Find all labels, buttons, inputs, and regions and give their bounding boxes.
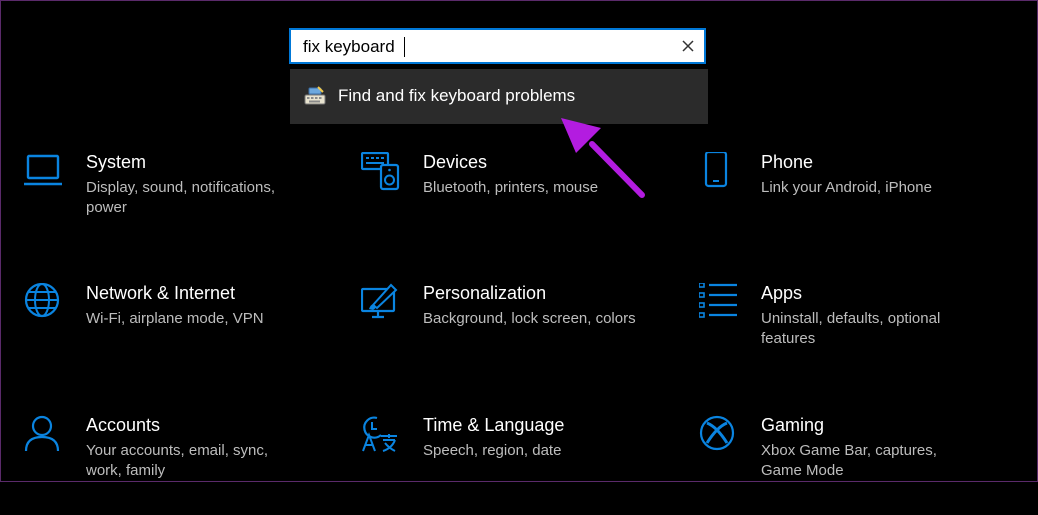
tile-time-language[interactable]: Time & Language Speech, region, date (361, 415, 661, 515)
tile-description: Xbox Game Bar, captures, Game Mode (761, 442, 937, 479)
tile-system[interactable]: System Display, sound, notifications, po… (24, 152, 324, 252)
phone-icon (704, 152, 728, 188)
tile-description: Speech, region, date (423, 442, 562, 459)
search-suggestions: Find and fix keyboard problems (290, 69, 708, 124)
globe-icon (24, 283, 60, 318)
tile-title: Phone (761, 152, 814, 172)
tile-description: Link your Android, iPhone (761, 179, 932, 196)
settings-search-box[interactable] (289, 28, 706, 64)
tile-personalization[interactable]: Personalization Background, lock screen,… (361, 283, 661, 383)
tile-title: Network & Internet (86, 283, 236, 303)
person-icon (24, 415, 60, 452)
time-language-icon (362, 416, 397, 452)
tile-title: Gaming (761, 415, 825, 435)
suggestion-label: Find and fix keyboard problems (338, 86, 576, 105)
tile-devices[interactable]: Devices Bluetooth, printers, mouse (361, 152, 661, 252)
tile-title: Time & Language (423, 415, 565, 435)
tile-title: Personalization (423, 283, 547, 303)
tile-description: Bluetooth, printers, mouse (423, 179, 599, 196)
tile-network-internet[interactable]: Network & Internet Wi-Fi, airplane mode,… (24, 283, 324, 383)
paint-brush-icon (361, 283, 398, 319)
tile-phone[interactable]: Phone Link your Android, iPhone (699, 152, 999, 252)
tile-description: Wi-Fi, airplane mode, VPN (86, 310, 264, 327)
tile-apps[interactable]: Apps Uninstall, defaults, optional featu… (699, 283, 999, 383)
tile-description: Your accounts, email, sync, work, family (86, 442, 269, 479)
tile-title: Accounts (86, 415, 161, 435)
close-icon[interactable] (681, 39, 695, 53)
apps-list-icon (699, 283, 737, 318)
keyboard-troubleshoot-icon (304, 86, 326, 105)
devices-icon (361, 152, 400, 191)
tile-gaming[interactable]: Gaming Xbox Game Bar, captures, Game Mod… (699, 415, 999, 515)
search-input[interactable] (303, 34, 673, 60)
suggestion-find-fix-keyboard[interactable]: Find and fix keyboard problems (290, 69, 708, 124)
tile-description: Uninstall, defaults, optional features (761, 310, 941, 347)
tile-title: Apps (761, 283, 803, 303)
tile-description: Background, lock screen, colors (423, 310, 636, 327)
tile-title: System (86, 152, 147, 172)
text-caret (404, 37, 405, 57)
laptop-icon (24, 154, 62, 186)
tile-accounts[interactable]: Accounts Your accounts, email, sync, wor… (24, 415, 324, 515)
xbox-icon (699, 415, 735, 451)
tile-description: Display, sound, notifications, power (86, 179, 275, 216)
tile-title: Devices (423, 152, 488, 172)
